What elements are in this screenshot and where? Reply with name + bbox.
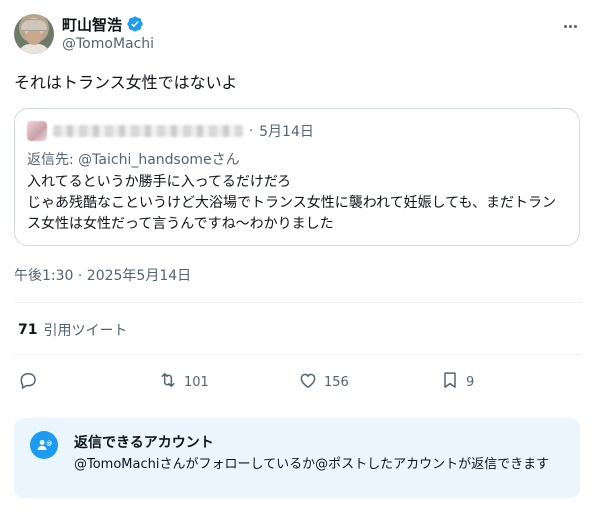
retweet-count: 101 — [184, 374, 209, 390]
bookmark-button[interactable]: 9 — [440, 370, 474, 394]
like-icon — [298, 370, 318, 394]
quoted-body: 入れてるというか勝手に入ってるだけだろ じゃあ残酷なこというけど大浴場でトランス… — [27, 174, 557, 232]
quoted-author-blurred — [53, 125, 243, 137]
tweet-timestamp[interactable]: 午後1:30 · 2025年5月14日 — [14, 265, 191, 285]
like-count: 156 — [324, 374, 349, 390]
author-handle[interactable]: @TomoMachi — [62, 36, 154, 52]
author-name-row: 町山智浩 — [62, 14, 144, 34]
divider — [14, 302, 582, 303]
quoted-date: 5月14日 — [259, 124, 314, 140]
reply-restriction-title: 返信できるアカウント — [74, 435, 214, 451]
retweet-button[interactable]: 101 — [158, 370, 209, 394]
like-button[interactable]: 156 — [298, 370, 349, 394]
retweet-icon — [158, 370, 178, 394]
author-display-name[interactable]: 町山智浩 — [62, 14, 122, 35]
bookmark-count: 9 — [466, 374, 475, 390]
svg-text:@: @ — [46, 440, 52, 447]
reply-restriction-description: @TomoMachiさんがフォローしているか@ポストしたアカウントが返信できます — [74, 457, 550, 472]
mention-person-icon: @ — [30, 431, 58, 459]
reply-icon — [18, 370, 38, 394]
divider — [14, 354, 582, 355]
quoted-separator: · — [249, 123, 254, 139]
quote-tweets-stat[interactable]: 71 引用ツイート — [18, 320, 127, 340]
quoted-reply-to: 返信先: @Taichi_handsomeさん — [27, 152, 240, 168]
quote-tweets-count: 71 — [18, 322, 38, 338]
tweet-text: それはトランス女性ではないよ — [14, 73, 238, 92]
tweet-header: 町山智浩 @TomoMachi — [14, 14, 582, 58]
bookmark-icon — [440, 370, 460, 394]
quoted-tweet[interactable]: · 5月14日 返信先: @Taichi_handsomeさん 入れてるというか… — [14, 108, 580, 246]
more-icon[interactable] — [560, 16, 580, 36]
quoted-avatar-blurred — [27, 121, 47, 141]
quoted-tweet-header: · 5月14日 — [27, 121, 314, 141]
avatar[interactable] — [14, 14, 54, 54]
tweet-actions: 101 156 9 — [18, 370, 578, 394]
reply-restriction-notice: @ 返信できるアカウント @TomoMachiさんがフォローしているか@ポストし… — [14, 418, 580, 498]
verified-badge-icon — [126, 15, 144, 33]
quote-tweets-label: 引用ツイート — [43, 323, 128, 339]
reply-button[interactable] — [18, 370, 38, 394]
